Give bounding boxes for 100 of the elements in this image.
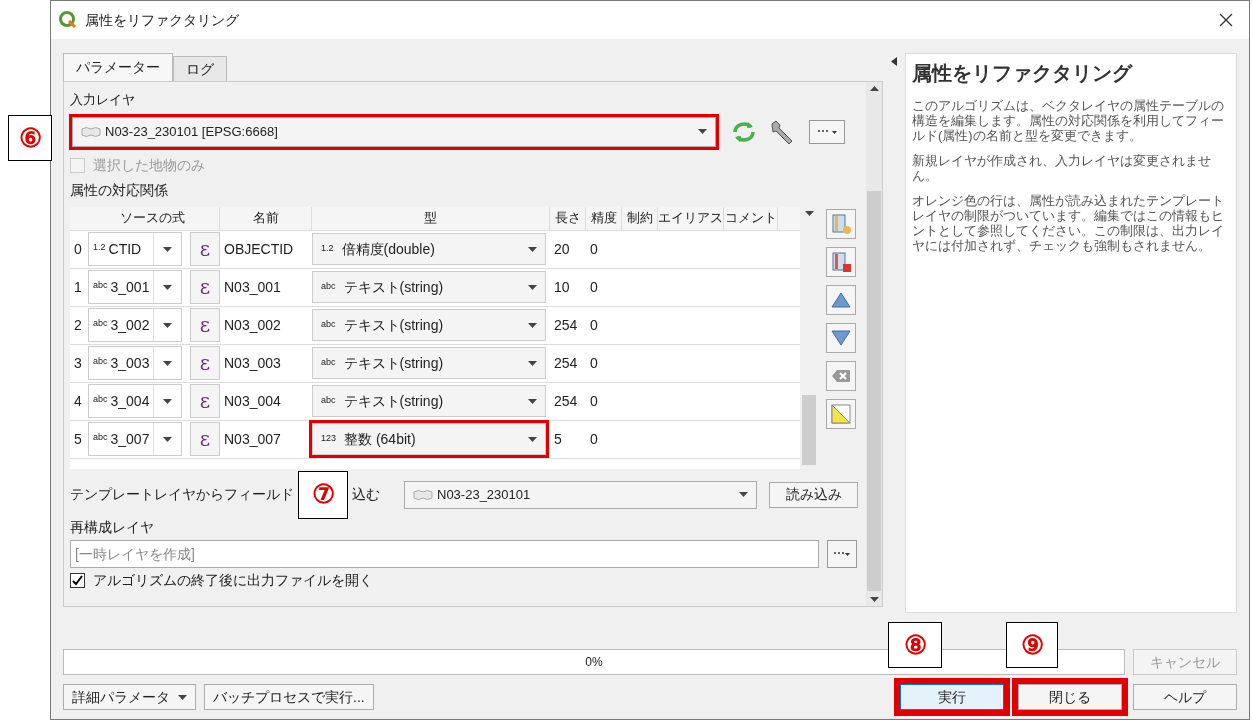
source-field: 3_001 — [110, 276, 153, 298]
table-remove-icon — [830, 250, 852, 273]
dialog-button[interactable]: ヘルプ — [1133, 684, 1237, 710]
more-button[interactable] — [809, 119, 845, 144]
collapse-arrow-icon[interactable] — [890, 57, 897, 66]
row-number: 5 — [73, 429, 83, 449]
help-paragraph: 新規レイヤが作成され、入力レイヤは変更されません。 — [911, 153, 1212, 183]
field-type-dropdown[interactable]: abc テキスト(string) — [312, 385, 546, 417]
dropdown-caret-icon — [869, 597, 879, 602]
type-label: 1.2 — [92, 241, 107, 254]
field-type-dropdown[interactable]: 1.2 倍精度(double) — [312, 233, 546, 265]
table-cell-text: 254 — [553, 353, 579, 373]
type-label: 123 — [321, 432, 337, 446]
row-number: 4 — [73, 391, 83, 411]
type-label: abc — [92, 393, 109, 406]
type-label: abc — [321, 356, 336, 370]
source-expression-combo[interactable]: abc 3_004 — [88, 384, 182, 418]
column-header: 精度 — [586, 206, 622, 230]
tool-button[interactable] — [826, 284, 856, 315]
callout-number: ⑦ — [298, 470, 348, 519]
table-cell-text: 10 — [553, 277, 571, 297]
source-field: 3_004 — [110, 390, 153, 412]
output-layer-field[interactable]: [一時レイヤを作成] — [70, 539, 819, 568]
checkbox[interactable] — [70, 573, 85, 588]
help-paragraph: オレンジ色の行は、属性が読み込まれたテンプレートレイヤの制限がついています。編集ではこの情報もヒントとして参照してください。この制限は、出力レイヤには付加されず、チェックも強制もされません。 — [911, 193, 1225, 253]
table-cell-text: 0 — [589, 277, 599, 297]
dropdown-caret-icon — [698, 129, 707, 134]
tool-button[interactable] — [826, 246, 856, 277]
type-label: 1.2 — [321, 242, 334, 256]
help-paragraph: このアルゴリズムは、ベクタレイヤの属性テーブルの構造を編集します。属性の対応関係を利用してフィールド(属性)の名前と型を変更できます。 — [911, 98, 1225, 143]
source-expression-combo[interactable]: abc 3_001 — [88, 270, 182, 304]
source-expression-combo[interactable]: 1.2 CTID — [88, 232, 182, 266]
column-header: 名前 — [220, 206, 312, 230]
field-name: OBJECTID — [223, 239, 295, 259]
table-cell-text: 0 — [589, 429, 599, 449]
field-type-dropdown[interactable]: abc テキスト(string) — [312, 271, 546, 303]
more-button[interactable] — [827, 539, 857, 568]
field-type-dropdown[interactable]: abc テキスト(string) — [312, 309, 546, 341]
tool-button[interactable] — [826, 398, 856, 429]
dialog-button[interactable]: 実行 — [900, 684, 1004, 710]
field-label: テンプレートレイヤからフィールド — [70, 485, 294, 504]
table-cell-text: 5 — [553, 429, 563, 449]
checkbox-label: 選択した地物のみ — [93, 156, 205, 175]
expression-button[interactable]: ε — [190, 346, 220, 380]
scrollbar[interactable] — [866, 82, 882, 606]
load-fields-button[interactable]: 読み込み — [769, 481, 858, 508]
scrollbar-thumb[interactable] — [867, 191, 881, 591]
table-cell-text: 0 — [589, 239, 599, 259]
column-header: ソースの式 — [86, 206, 220, 230]
callout-number: ⑥ — [8, 115, 52, 161]
tool-button[interactable] — [826, 208, 856, 239]
tool-button[interactable] — [826, 360, 856, 391]
polygon-layer-icon — [413, 488, 433, 501]
column-header: エイリアス — [658, 206, 724, 230]
table-cell-text: 0 — [589, 391, 599, 411]
row-number: 3 — [73, 353, 83, 373]
source-expression-combo[interactable]: abc 3_002 — [88, 308, 182, 342]
dialog-button[interactable]: バッチプロセスで実行... — [204, 684, 374, 710]
callout-number: ⑨ — [1006, 622, 1058, 668]
scroll-up-icon — [869, 86, 879, 91]
field-type-dropdown[interactable]: 123 整数 (64bit) — [312, 423, 546, 455]
expression-button[interactable]: ε — [190, 308, 220, 342]
close-icon[interactable] — [1219, 13, 1233, 27]
table-cell-text: 0 — [589, 353, 599, 373]
type-label: abc — [92, 317, 109, 330]
expression-button[interactable]: ε — [190, 270, 220, 304]
expression-button[interactable]: ε — [190, 384, 220, 418]
dropdown-caret-icon — [528, 398, 537, 404]
column-header: 長さ — [550, 206, 586, 230]
column-header: 型 — [312, 206, 550, 230]
source-field: 3_007 — [110, 428, 153, 450]
table-cell-text: 0 — [589, 315, 599, 335]
field-name: N03_007 — [223, 429, 282, 449]
type-label: abc — [92, 431, 109, 444]
field-type-dropdown[interactable]: abc テキスト(string) — [312, 347, 546, 379]
callout-number: ⑧ — [888, 622, 942, 668]
field-name: N03_001 — [223, 277, 282, 297]
expression-button[interactable]: ε — [190, 232, 220, 266]
template-layer-dropdown[interactable]: N03-23_230101 — [404, 480, 758, 509]
scrollbar-thumb[interactable] — [802, 394, 816, 465]
dialog-button[interactable]: 詳細パラメータ — [63, 684, 196, 710]
source-expression-combo[interactable]: abc 3_007 — [88, 422, 182, 456]
dropdown-caret-icon — [163, 398, 172, 404]
dialog-button[interactable]: 閉じる — [1018, 684, 1122, 710]
tab[interactable]: ログ — [173, 56, 227, 81]
expression-button[interactable]: ε — [190, 422, 220, 456]
field-label: 再構成レイヤ — [70, 517, 155, 537]
refresh-icon[interactable] — [731, 119, 757, 144]
layer-dropdown[interactable]: N03-23_230101 [EPSG:6668] — [72, 116, 716, 147]
source-field: 3_003 — [110, 352, 153, 374]
progress-text: 0% — [585, 654, 603, 671]
table-cell-text: 254 — [553, 315, 579, 335]
tool-button[interactable] — [826, 322, 856, 353]
dropdown-caret-icon — [163, 246, 172, 252]
row-number: 1 — [73, 277, 83, 297]
column-header: 制約 — [622, 206, 658, 230]
type-label: abc — [321, 394, 336, 408]
tab[interactable]: パラメーター — [63, 53, 173, 81]
row-number: 2 — [73, 315, 83, 335]
source-expression-combo[interactable]: abc 3_003 — [88, 346, 182, 380]
